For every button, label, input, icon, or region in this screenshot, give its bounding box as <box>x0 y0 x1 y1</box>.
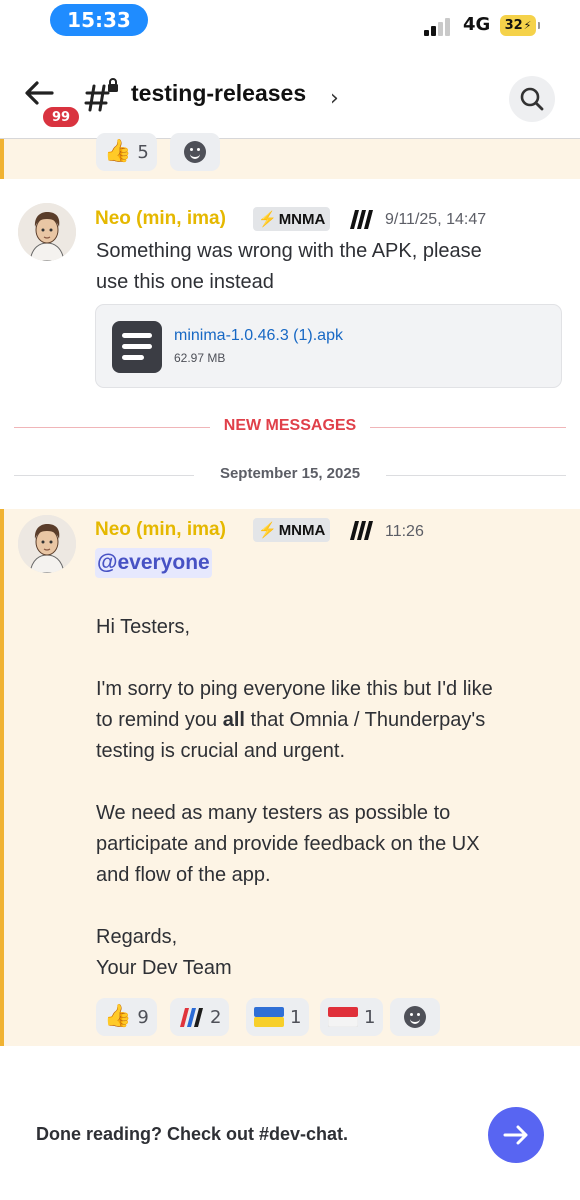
message-author[interactable]: Neo (min, ima) <box>95 208 226 230</box>
reaction-flag-indonesia[interactable]: 1 <box>320 998 384 1036</box>
signal-icon <box>424 16 454 36</box>
message-timestamp: 11:26 <box>385 523 424 540</box>
reaction-thumbs-up[interactable]: 👍 5 <box>96 133 157 171</box>
message-line: We need as many testers as possible to <box>96 802 451 824</box>
message-line: Something was wrong with the APK, please <box>96 240 482 262</box>
bolt-icon: ⚡ <box>258 211 277 228</box>
add-reaction-icon <box>184 141 206 163</box>
brand-logo-icon <box>350 210 373 229</box>
reaction-count: 1 <box>364 1006 376 1028</box>
channel-name[interactable]: testing-releases <box>131 80 306 107</box>
message-line: Your Dev Team <box>96 957 232 979</box>
ukraine-flag-icon <box>254 1007 284 1027</box>
reaction-count: 1 <box>290 1006 302 1028</box>
battery-level: 32 <box>504 18 523 33</box>
message-line: Hi Testers, <box>96 616 191 638</box>
message-timestamp: 9/11/25, 14:47 <box>385 211 487 228</box>
reaction-thumbs-up[interactable]: 👍 9 <box>96 998 157 1036</box>
next-channel-button[interactable] <box>488 1107 544 1163</box>
message-line: Regards, <box>96 926 178 948</box>
message-text: Something was wrong with the APK, please… <box>96 236 556 298</box>
reaction-count: 9 <box>137 1006 149 1028</box>
message-line: testing is crucial and urgent. <box>96 740 346 762</box>
message-line: and flow of the app. <box>96 864 271 886</box>
search-button[interactable] <box>509 76 555 122</box>
brand-color-logo-icon <box>180 1008 203 1027</box>
battery-icon: 32 ⚡ <box>500 15 540 36</box>
date-separator: September 15, 2025 <box>219 465 361 482</box>
channel-header: 99 testing-releases › <box>0 60 580 138</box>
role-tag[interactable]: ⚡ MNMA <box>253 207 331 231</box>
network-type: 4G <box>463 14 491 35</box>
reaction-count: 5 <box>137 141 149 163</box>
role-tag-label: MNMA <box>278 210 326 228</box>
avatar[interactable] <box>18 515 76 573</box>
unread-badge: 99 <box>40 104 82 130</box>
file-size: 62.97 MB <box>174 351 226 365</box>
file-name-link[interactable]: minima-1.0.46.3 (1).apk <box>174 327 343 345</box>
new-messages-line-left <box>14 427 210 428</box>
reaction-flag-ukraine[interactable]: 1 <box>246 998 310 1036</box>
add-reaction-button[interactable] <box>390 998 440 1036</box>
reaction-count: 2 <box>210 1006 222 1028</box>
date-line-right <box>386 475 566 476</box>
next-channel-prompt: Done reading? Check out #dev-chat. <box>36 1124 349 1144</box>
message-line: I'm sorry to ping everyone like this but… <box>96 678 493 700</box>
message-fragment: that Omnia / Thunderpay's <box>244 709 486 731</box>
chevron-right-icon[interactable]: › <box>330 86 339 111</box>
add-reaction-icon <box>404 1006 426 1028</box>
role-tag-label: MNMA <box>278 521 326 539</box>
reaction-brand[interactable]: 2 <box>170 998 230 1036</box>
channel-hash-lock-icon <box>84 78 118 112</box>
role-tag[interactable]: ⚡ MNMA <box>253 518 331 542</box>
date-line-left <box>14 475 194 476</box>
indonesia-flag-icon <box>328 1007 358 1027</box>
bold-text: all <box>222 709 245 731</box>
bolt-icon: ⚡ <box>258 522 277 539</box>
avatar[interactable] <box>18 203 76 261</box>
message-text: Hi Testers, I'm sorry to ping everyone l… <box>96 612 556 984</box>
status-time: 15:33 <box>50 4 148 36</box>
message-fragment: to remind you <box>96 709 223 731</box>
brand-logo-icon <box>350 521 373 540</box>
add-reaction-button[interactable] <box>170 133 220 171</box>
thumbs-up-emoji: 👍 <box>104 1004 132 1029</box>
message-line: use this one instead <box>96 271 274 293</box>
message-line: to remind you all that Omnia / Thunderpa… <box>96 705 556 736</box>
message-author[interactable]: Neo (min, ima) <box>95 519 226 541</box>
new-messages-label: NEW MESSAGES <box>223 417 357 434</box>
everyone-mention[interactable]: @everyone <box>95 548 212 578</box>
new-messages-line-right <box>370 427 566 428</box>
avatar-image <box>18 515 76 573</box>
previous-message-highlight <box>0 139 580 179</box>
avatar-image <box>18 203 76 261</box>
status-bar: 15:33 4G 32 ⚡ <box>0 0 580 48</box>
thumbs-up-emoji: 👍 <box>104 139 132 164</box>
message-line: participate and provide feedback on the … <box>96 833 480 855</box>
file-icon <box>112 321 162 373</box>
arrow-right-icon <box>503 1125 528 1145</box>
search-icon <box>520 87 544 111</box>
file-attachment[interactable]: minima-1.0.46.3 (1).apk 62.97 MB <box>95 304 562 388</box>
